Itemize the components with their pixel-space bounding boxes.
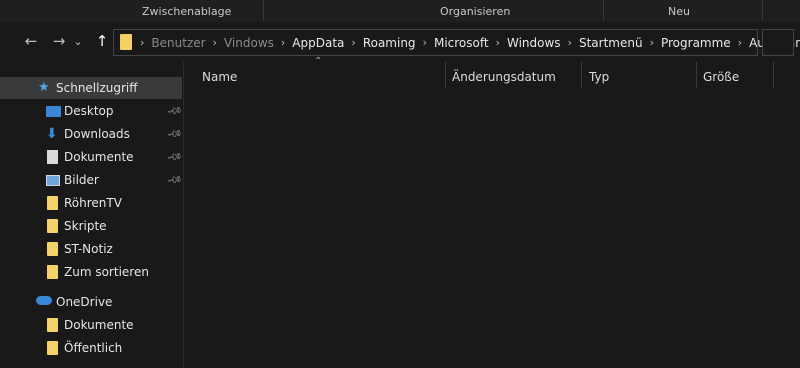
document-icon <box>47 150 58 164</box>
sidebar-item-quick-access[interactable]: ★ Schnellzugriff <box>0 77 182 99</box>
sidebar-item-label: Öffentlich <box>64 341 123 355</box>
pin-icon: 📌︎ <box>165 148 183 166</box>
column-divider[interactable] <box>445 62 446 88</box>
sidebar-item-roehrentv[interactable]: RöhrenTV <box>0 192 182 214</box>
breadcrumb-separator: › <box>495 36 500 49</box>
breadcrumb-separator: › <box>737 36 743 49</box>
sidebar-item-desktop[interactable]: Desktop 📌︎ <box>0 100 183 122</box>
folder-icon <box>47 242 58 256</box>
folder-icon <box>47 318 58 332</box>
navigation-pane: ★ Schnellzugriff Desktop 📌︎ ⬇ Downloads … <box>0 62 183 368</box>
sidebar-item-onedrive[interactable]: OneDrive <box>0 291 182 313</box>
refresh-button[interactable] <box>762 29 794 56</box>
pin-icon: 📌︎ <box>165 171 183 189</box>
breadcrumb-programme[interactable]: Programme <box>661 36 731 50</box>
breadcrumb: › Benutzer › Vindows › AppData › Roaming… <box>140 30 800 55</box>
address-bar[interactable]: › Benutzer › Vindows › AppData › Roaming… <box>113 29 800 56</box>
sidebar-item-label: Dokumente <box>64 318 134 332</box>
ribbon-group-clipboard: Zwischenablage <box>142 5 232 18</box>
column-divider[interactable] <box>773 62 774 88</box>
file-list[interactable]: ⌃ Name Änderungsdatum Typ Größe <box>183 56 800 368</box>
pin-icon: 📌︎ <box>165 125 183 143</box>
ribbon-divider <box>603 0 604 20</box>
desktop-icon <box>46 105 61 117</box>
column-header-name[interactable]: Name <box>202 66 237 88</box>
folder-icon <box>120 34 132 50</box>
breadcrumb-windows[interactable]: Windows <box>507 36 561 50</box>
breadcrumb-separator: › <box>140 36 145 49</box>
sidebar-item-label: Downloads <box>64 127 130 141</box>
sidebar-item-label: Bilder <box>64 173 99 187</box>
breadcrumb-benutzer[interactable]: Benutzer <box>151 36 205 50</box>
breadcrumb-appdata[interactable]: AppData <box>292 36 344 50</box>
breadcrumb-separator: › <box>280 36 286 49</box>
cloud-icon <box>36 296 52 305</box>
sidebar-item-label: Dokumente <box>64 150 134 164</box>
breadcrumb-separator: › <box>567 36 572 49</box>
column-divider[interactable] <box>581 62 582 88</box>
breadcrumb-separator: › <box>649 36 654 49</box>
ribbon-group-bar: Zwischenablage Organisieren Neu <box>0 0 800 22</box>
up-button[interactable]: ↑ <box>91 30 113 52</box>
breadcrumb-user[interactable]: Vindows <box>224 36 274 50</box>
sort-ascending-icon: ⌃ <box>314 56 323 67</box>
breadcrumb-roaming[interactable]: Roaming <box>363 36 416 50</box>
back-button[interactable]: ← <box>20 30 42 52</box>
sidebar-item-downloads[interactable]: ⬇ Downloads 📌︎ <box>0 123 183 145</box>
sidebar-item-label: ST-Notiz <box>64 242 113 256</box>
breadcrumb-microsoft[interactable]: Microsoft <box>434 36 489 50</box>
column-divider[interactable] <box>696 62 697 88</box>
breadcrumb-separator: › <box>212 36 217 49</box>
sidebar-item-label: Schnellzugriff <box>56 81 138 95</box>
sidebar-item-label: Skripte <box>64 219 107 233</box>
column-header-modified[interactable]: Änderungsdatum <box>452 66 556 88</box>
column-header-size[interactable]: Größe <box>703 66 739 88</box>
pin-icon: 📌︎ <box>165 102 183 120</box>
folder-icon <box>47 265 58 279</box>
star-icon: ★ <box>38 80 50 95</box>
forward-button[interactable]: → <box>48 30 70 52</box>
sidebar-item-st-notiz[interactable]: ST-Notiz <box>0 238 182 260</box>
ribbon-divider <box>762 0 763 20</box>
ribbon-group-new: Neu <box>668 5 690 18</box>
ribbon-divider <box>263 0 264 20</box>
sidebar-item-label: Zum sortieren <box>64 265 149 279</box>
breadcrumb-separator: › <box>351 36 356 49</box>
breadcrumb-separator: › <box>422 36 427 49</box>
folder-icon <box>47 196 58 210</box>
pictures-icon <box>46 174 60 186</box>
folder-icon <box>47 219 58 233</box>
column-header-type[interactable]: Typ <box>589 66 609 88</box>
sidebar-item-label: RöhrenTV <box>64 196 122 210</box>
sidebar-item-zum-sortieren[interactable]: Zum sortieren <box>0 261 182 283</box>
sidebar-item-oeffentlich[interactable]: Öffentlich <box>0 337 182 359</box>
navigation-bar: ← → ⌄ ↑ › Benutzer › Vindows › AppData ›… <box>0 22 800 62</box>
breadcrumb-startmenu[interactable]: Startmenü <box>579 36 643 50</box>
sidebar-item-label: Desktop <box>64 104 114 118</box>
sidebar-item-skripte[interactable]: Skripte <box>0 215 182 237</box>
sidebar-item-onedrive-documents[interactable]: Dokumente <box>0 314 182 336</box>
folder-icon <box>47 341 58 355</box>
sidebar-item-label: OneDrive <box>56 295 113 309</box>
download-icon: ⬇ <box>46 126 58 142</box>
sidebar-item-documents[interactable]: Dokumente 📌︎ <box>0 146 183 168</box>
ribbon-group-organize: Organisieren <box>440 5 511 18</box>
sidebar-item-pictures[interactable]: Bilder 📌︎ <box>0 169 183 191</box>
recent-locations-button[interactable]: ⌄ <box>71 30 85 52</box>
